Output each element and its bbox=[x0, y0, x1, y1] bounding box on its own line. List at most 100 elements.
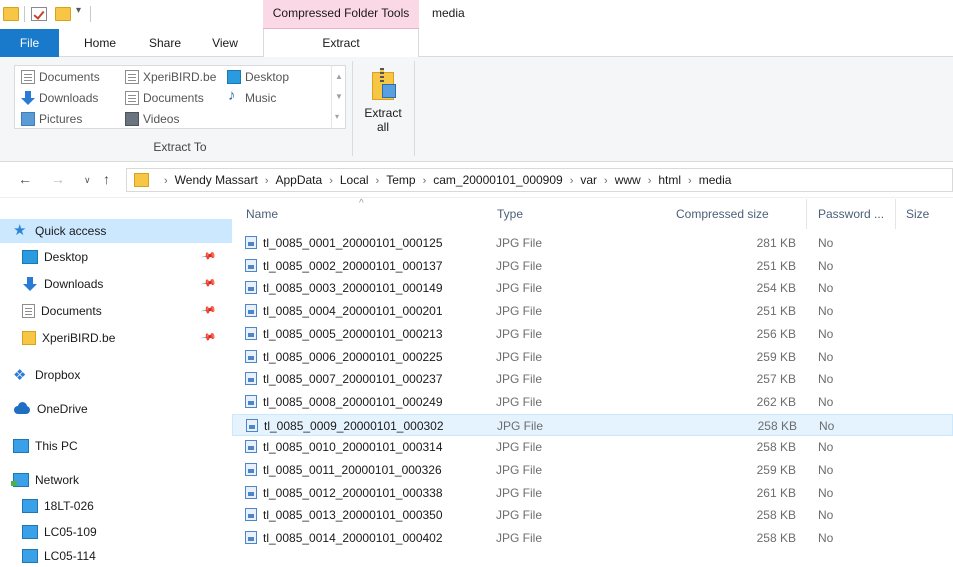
column-header-size[interactable]: Size bbox=[896, 199, 953, 229]
tab-extract[interactable]: Extract bbox=[263, 29, 419, 58]
file-name-cell: tl_0085_0002_20000101_000137 bbox=[245, 255, 443, 277]
desktop-icon bbox=[22, 250, 38, 264]
breadcrumb-item[interactable]: Wendy Massart bbox=[175, 173, 258, 187]
breadcrumb-separator-icon[interactable]: › bbox=[570, 175, 574, 187]
table-row[interactable]: tl_0085_0013_20000101_000350 JPG File 258 … bbox=[232, 504, 953, 526]
column-header-password[interactable]: Password ... bbox=[808, 199, 896, 229]
breadcrumb-separator-icon[interactable]: › bbox=[265, 175, 269, 187]
column-header-name[interactable]: Name ^ bbox=[236, 198, 487, 229]
table-row[interactable]: tl_0085_0003_20000101_000149 JPG File 254 … bbox=[232, 277, 953, 299]
address-bar[interactable]: › Wendy Massart › AppData › Local › Temp › cam_20… bbox=[126, 168, 953, 192]
table-row[interactable]: tl_0085_0007_20000101_000237 JPG File 257 … bbox=[232, 368, 953, 390]
table-row[interactable]: tl_0085_0004_20000101_000201 JPG File 251 … bbox=[232, 300, 953, 322]
table-row[interactable]: tl_0085_0014_20000101_000402 JPG File 258 … bbox=[232, 527, 953, 549]
breadcrumb-separator-icon[interactable]: › bbox=[648, 175, 652, 187]
sort-ascending-icon: ^ bbox=[359, 198, 364, 209]
extract-all-label-2: all bbox=[376, 120, 389, 134]
image-file-icon bbox=[245, 281, 257, 295]
breadcrumb-item[interactable]: Local bbox=[340, 173, 369, 187]
breadcrumb-separator-icon[interactable]: › bbox=[423, 175, 427, 187]
password-protected-cell: No bbox=[818, 463, 834, 477]
pin-icon: 📌 bbox=[199, 302, 217, 319]
table-row[interactable]: tl_0085_0010_20000101_000314 JPG File 258 … bbox=[232, 436, 953, 458]
image-file-icon bbox=[245, 463, 257, 476]
compressed-size-cell: 258 KB bbox=[756, 440, 796, 455]
ribbon-separator bbox=[352, 61, 353, 156]
new-folder-icon[interactable] bbox=[55, 7, 71, 21]
destination-videos[interactable]: Videos bbox=[125, 109, 179, 129]
gallery-expand-icon[interactable]: ▾ bbox=[335, 112, 339, 121]
breadcrumb-item[interactable]: AppData bbox=[275, 173, 322, 187]
customize-toolbar-dropdown-icon[interactable]: ▾ bbox=[76, 5, 81, 16]
properties-check-icon[interactable] bbox=[31, 7, 47, 21]
destination-documents[interactable]: Documents bbox=[21, 67, 100, 87]
nav-xperibird[interactable]: XperiBIRD.be bbox=[22, 326, 115, 350]
breadcrumb-item[interactable]: Temp bbox=[386, 173, 415, 187]
breadcrumb-item[interactable]: cam_20000101_000909 bbox=[433, 173, 562, 187]
column-header-type[interactable]: Type bbox=[487, 199, 667, 229]
tab-file[interactable]: File bbox=[0, 29, 59, 57]
breadcrumb-item[interactable]: media bbox=[699, 173, 732, 187]
nav-computer-18lt-026[interactable]: 18LT-026 bbox=[22, 494, 94, 518]
destination-documents-2[interactable]: Documents bbox=[125, 88, 204, 108]
ribbon-separator bbox=[414, 61, 415, 156]
compressed-folder-tools-label: Compressed Folder Tools bbox=[263, 0, 419, 29]
nav-computer-lc05-109[interactable]: LC05-109 bbox=[22, 520, 97, 544]
compressed-size-cell: 261 KB bbox=[756, 485, 796, 500]
table-row[interactable]: tl_0085_0008_20000101_000249 JPG File 262 … bbox=[232, 391, 953, 413]
ribbon-panel: Documents XperiBIRD.be Desktop Downloads… bbox=[0, 57, 953, 162]
nav-network[interactable]: Network bbox=[11, 468, 79, 492]
forward-arrow-icon[interactable]: → bbox=[51, 171, 65, 187]
table-row[interactable]: tl_0085_0011_20000101_000326 JPG File 259 … bbox=[232, 459, 953, 481]
nav-desktop[interactable]: Desktop bbox=[22, 245, 88, 269]
nav-onedrive[interactable]: OneDrive bbox=[13, 397, 88, 421]
breadcrumb-separator-icon[interactable]: › bbox=[376, 175, 380, 187]
table-row[interactable]: tl_0085_0005_20000101_000213 JPG File 256 … bbox=[232, 323, 953, 345]
destination-pictures[interactable]: Pictures bbox=[21, 109, 82, 129]
file-name-cell: tl_0085_0007_20000101_000237 bbox=[245, 368, 443, 390]
destination-desktop[interactable]: Desktop bbox=[227, 67, 289, 87]
tab-home[interactable]: Home bbox=[69, 29, 131, 57]
scroll-up-icon[interactable]: ▲ bbox=[335, 72, 343, 81]
destination-xperibird[interactable]: XperiBIRD.be bbox=[125, 67, 216, 87]
up-arrow-icon[interactable]: ↑ bbox=[103, 171, 110, 187]
nav-documents[interactable]: Documents bbox=[22, 299, 102, 323]
nav-downloads[interactable]: Downloads bbox=[22, 272, 103, 296]
tab-view[interactable]: View bbox=[200, 29, 250, 57]
gallery-scrollbar[interactable]: ▲ ▼ ▾ bbox=[331, 66, 346, 128]
table-row[interactable]: tl_0085_0012_20000101_000338 JPG File 261 … bbox=[232, 482, 953, 504]
desktop-icon bbox=[227, 70, 241, 84]
password-protected-cell: No bbox=[818, 508, 834, 523]
breadcrumb-separator-icon[interactable]: › bbox=[604, 175, 608, 187]
file-type-cell: JPG File bbox=[496, 349, 543, 364]
breadcrumb-item[interactable]: www bbox=[615, 173, 641, 187]
image-file-icon bbox=[245, 394, 257, 408]
column-header-compressed-size[interactable]: Compressed size bbox=[666, 199, 807, 229]
breadcrumb-separator-icon[interactable]: › bbox=[164, 175, 168, 187]
compressed-size-cell: 258 KB bbox=[756, 508, 796, 523]
extract-all-button[interactable]: Extract all bbox=[360, 62, 406, 146]
image-file-icon bbox=[245, 349, 257, 363]
table-row[interactable]: tl_0085_0009_20000101_000302 JPG File 258 … bbox=[232, 413, 953, 436]
breadcrumb-item[interactable]: html bbox=[658, 173, 681, 187]
back-arrow-icon[interactable]: ← bbox=[18, 171, 32, 187]
destination-downloads[interactable]: Downloads bbox=[21, 88, 98, 108]
nav-quick-access[interactable]: Quick access bbox=[0, 219, 232, 243]
breadcrumb-separator-icon[interactable]: › bbox=[688, 175, 692, 187]
recent-locations-chevron-icon[interactable]: ∨ bbox=[84, 175, 91, 186]
tab-share[interactable]: Share bbox=[136, 29, 194, 57]
file-type-cell: JPG File bbox=[497, 418, 544, 433]
scroll-down-icon[interactable]: ▼ bbox=[335, 92, 343, 101]
breadcrumb-item[interactable]: var bbox=[580, 173, 597, 187]
nav-computer-lc05-114[interactable]: LC05-114 bbox=[22, 544, 96, 567]
table-row[interactable]: tl_0085_0006_20000101_000225 JPG File 259 … bbox=[232, 346, 953, 368]
nav-dropbox[interactable]: Dropbox bbox=[13, 363, 80, 388]
breadcrumb-separator-icon[interactable]: › bbox=[329, 175, 333, 187]
table-row[interactable]: tl_0085_0001_20000101_000125 JPG File 281 … bbox=[232, 232, 953, 254]
nav-this-pc[interactable]: This PC bbox=[13, 434, 78, 458]
file-name-cell: tl_0085_0004_20000101_000201 bbox=[245, 300, 443, 322]
password-protected-cell: No bbox=[818, 258, 834, 273]
image-file-icon bbox=[245, 304, 257, 318]
destination-music[interactable]: Music bbox=[227, 86, 276, 108]
table-row[interactable]: tl_0085_0002_20000101_000137 JPG File 251 … bbox=[232, 255, 953, 277]
